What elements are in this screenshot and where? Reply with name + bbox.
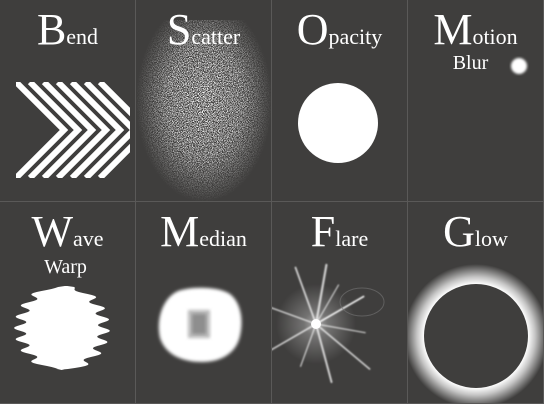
tile-median: Median	[136, 202, 272, 404]
tile-title: Scatter	[136, 8, 271, 52]
tile-flare: Flare	[272, 202, 408, 404]
tile-bend: Bend	[0, 0, 136, 202]
tile-glow: Glow	[408, 202, 544, 404]
tile-scatter: Scatter	[136, 0, 272, 202]
flare-burst-icon	[272, 263, 385, 383]
effects-grid: Bend Scatter Opacity Motion Blur Wave Wa…	[0, 0, 544, 404]
title-initial: G	[443, 207, 475, 256]
bend-chevron-icon	[16, 82, 130, 178]
title-rest: low	[474, 226, 508, 251]
title-rest: catter	[191, 24, 241, 49]
tile-wave-warp: Wave Warp	[0, 202, 136, 404]
tile-motion-blur: Motion Blur	[408, 0, 544, 202]
motion-blur-dot-icon	[511, 58, 527, 74]
tile-opacity: Opacity	[272, 0, 408, 202]
opacity-circle-icon	[298, 83, 378, 163]
median-blob-icon	[158, 287, 242, 362]
title-initial: S	[166, 5, 192, 54]
tile-title: Glow	[408, 210, 543, 254]
wave-warp-blob-icon	[14, 286, 110, 370]
